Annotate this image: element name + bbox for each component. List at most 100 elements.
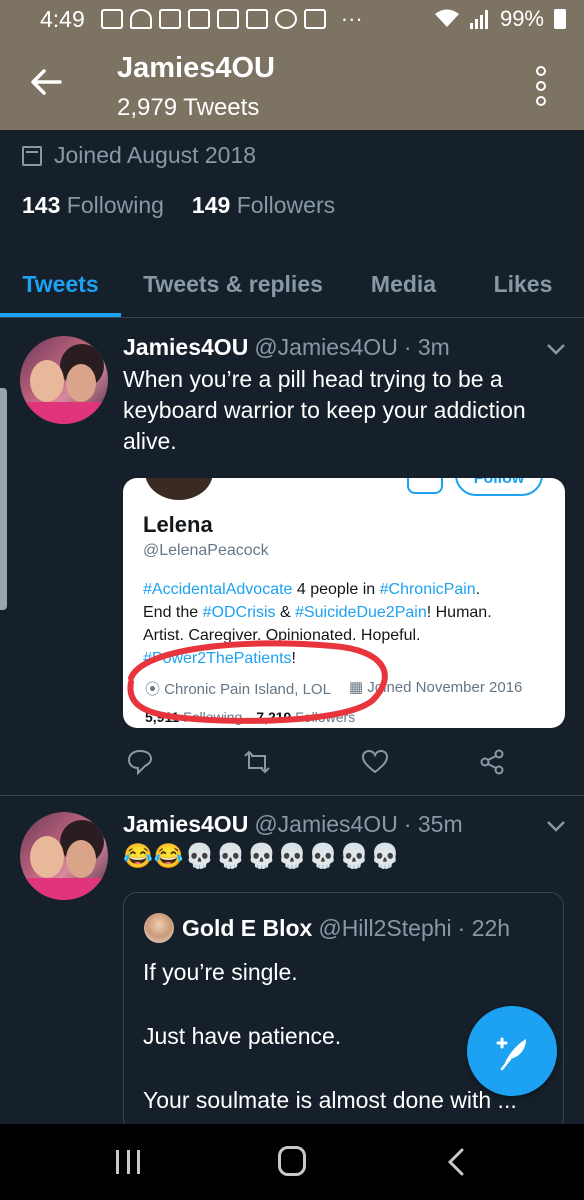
embedded-followers-label: Followers: [295, 709, 356, 725]
embedded-follow-button: Follow: [455, 478, 543, 496]
battery-icon: [554, 9, 566, 29]
following-count: 143: [22, 192, 61, 218]
embedded-profile-bio: #AccidentalAdvocate 4 people in #Chronic…: [143, 578, 553, 670]
bio-text: &: [275, 604, 296, 621]
system-navigation-bar: [0, 1124, 584, 1200]
joined-date: Joined August 2018: [22, 142, 256, 169]
avatar[interactable]: [20, 812, 108, 900]
bio-text: .: [475, 581, 481, 598]
system-back-icon[interactable]: [444, 1148, 468, 1176]
chevron-down-icon[interactable]: [546, 820, 566, 832]
followers-count: 149: [191, 192, 231, 218]
app-icon: [303, 9, 326, 29]
notification-icons: ···: [100, 6, 363, 32]
embedded-joined-value: Joined November 2016: [367, 679, 523, 696]
profile-tabs: Tweets Tweets & replies Media Likes: [0, 252, 584, 318]
follow-stats: 143 Following 149 Followers: [22, 192, 335, 219]
message-button-icon: [407, 478, 443, 494]
tweet-text-line: alive.: [123, 428, 177, 454]
location-value: Chronic Pain Island, LOL: [164, 681, 331, 698]
tweet-time: · 3m: [403, 334, 450, 360]
tweet-text-line: keyboard warrior to keep your addiction: [123, 397, 526, 423]
wifi-icon: [434, 9, 459, 27]
gmail-icon: [245, 9, 268, 29]
chevron-down-icon[interactable]: [546, 343, 566, 355]
home-icon[interactable]: [278, 1146, 306, 1176]
gmail-icon: [216, 9, 239, 29]
embedded-followers-count: 7,219: [256, 709, 292, 725]
mail-icon: [187, 9, 210, 29]
followers-label: Followers: [236, 192, 336, 218]
embedded-following-count: 5,911: [145, 709, 180, 725]
tweet-author-handle[interactable]: @Jamies4OU: [254, 811, 398, 838]
compose-tweet-button[interactable]: [467, 1006, 557, 1096]
quoted-time: · 22h: [457, 915, 511, 941]
like-icon[interactable]: [361, 748, 389, 776]
tweet-divider: [0, 795, 584, 796]
bio-text: !: [291, 650, 296, 667]
quoted-text-line: If you’re single.: [143, 959, 298, 985]
tweet-time: · 35m: [403, 811, 463, 837]
cast-icon: [100, 9, 123, 29]
embedded-profile-meta: ⦿ Chronic Pain Island, LOL ▦ Joined Nove…: [145, 678, 522, 699]
tweet-header: Jamies4OU @Jamies4OU · 3m: [123, 334, 450, 361]
tweet-author-name[interactable]: Jamies4OU: [123, 334, 248, 361]
recent-apps-icon[interactable]: [116, 1150, 140, 1174]
bio-text: 4 people in: [292, 581, 380, 598]
tweet-count: 2,979 Tweets: [117, 94, 260, 121]
avatar[interactable]: [20, 336, 108, 424]
following-label: Following: [66, 192, 164, 218]
joined-text: Joined August 2018: [54, 142, 257, 168]
bio-text: ! Human.: [426, 604, 492, 621]
hashtag: #AccidentalAdvocate: [143, 581, 293, 598]
bio-text: Artist. Caregiver. Opinionated. Hopeful.: [143, 627, 421, 644]
cleaner-icon: [129, 9, 152, 29]
status-time: 4:49: [40, 5, 85, 32]
share-icon[interactable]: [478, 748, 506, 776]
following-link[interactable]: 143 Following: [22, 192, 164, 219]
quoted-author-handle: @Hill2Stephi: [318, 915, 452, 941]
tab-tweets[interactable]: Tweets: [0, 252, 121, 317]
embedded-profile-handle: @LelenaPeacock: [143, 542, 269, 559]
header-title: Jamies4OU: [117, 52, 275, 84]
tweet-text-line: When you’re a pill head trying to be a: [123, 366, 503, 392]
mail-icon: [158, 9, 181, 29]
messenger-icon: [274, 9, 297, 29]
back-arrow-icon[interactable]: [28, 64, 64, 100]
bio-text: End the: [143, 604, 203, 621]
quoted-author-name: Gold E Blox: [182, 915, 313, 941]
hashtag: #SuicideDue2Pain: [295, 604, 427, 621]
status-bar: 4:49 ··· 99%: [0, 0, 584, 38]
battery-percent: 99%: [499, 6, 544, 31]
signal-icon: [469, 10, 488, 29]
quoted-header: Gold E Blox @Hill2Stephi · 22h: [182, 915, 510, 942]
profile-header: Jamies4OU 2,979 Tweets: [0, 38, 584, 130]
quoted-avatar: [144, 913, 174, 943]
embedded-avatar: [145, 478, 213, 500]
hashtag: #ChronicPain: [379, 581, 476, 598]
tab-tweets-replies[interactable]: Tweets & replies: [121, 252, 345, 317]
tab-media[interactable]: Media: [345, 252, 462, 317]
tweet-author-handle[interactable]: @Jamies4OU: [254, 334, 398, 361]
location-text: ⦿ Chronic Pain Island, LOL: [145, 681, 331, 698]
tweet-text: When you’re a pill head trying to be a k…: [123, 364, 563, 457]
embedded-follow-stats: 5,911 Following 7,219 Followers: [145, 709, 355, 725]
hashtag: #ODCrisis: [202, 604, 276, 621]
reply-icon[interactable]: [126, 748, 154, 776]
followers-link[interactable]: 149 Followers: [192, 192, 335, 219]
retweet-icon[interactable]: [243, 748, 271, 776]
more-notifications-icon: ···: [340, 6, 363, 31]
tweet-actions: [126, 748, 506, 776]
quoted-text-line: Just have patience.: [143, 1023, 342, 1049]
tweet-author-name[interactable]: Jamies4OU: [123, 811, 248, 838]
embedded-profile-name: Lelena: [143, 512, 213, 537]
tab-likes[interactable]: Likes: [462, 252, 584, 317]
tweet-image[interactable]: Follow Lelena @LelenaPeacock #Accidental…: [123, 478, 565, 728]
tweet-emoji-text: 😂😂💀💀💀💀💀💀💀: [123, 843, 401, 870]
edge-scroll-handle[interactable]: [0, 388, 7, 610]
calendar-icon: [22, 145, 42, 166]
tweet-header: Jamies4OU @Jamies4OU · 35m: [123, 811, 463, 838]
more-options-icon[interactable]: [534, 66, 548, 106]
hashtag: #Power2ThePatients: [143, 650, 292, 667]
embedded-following-label: Following: [183, 709, 243, 725]
